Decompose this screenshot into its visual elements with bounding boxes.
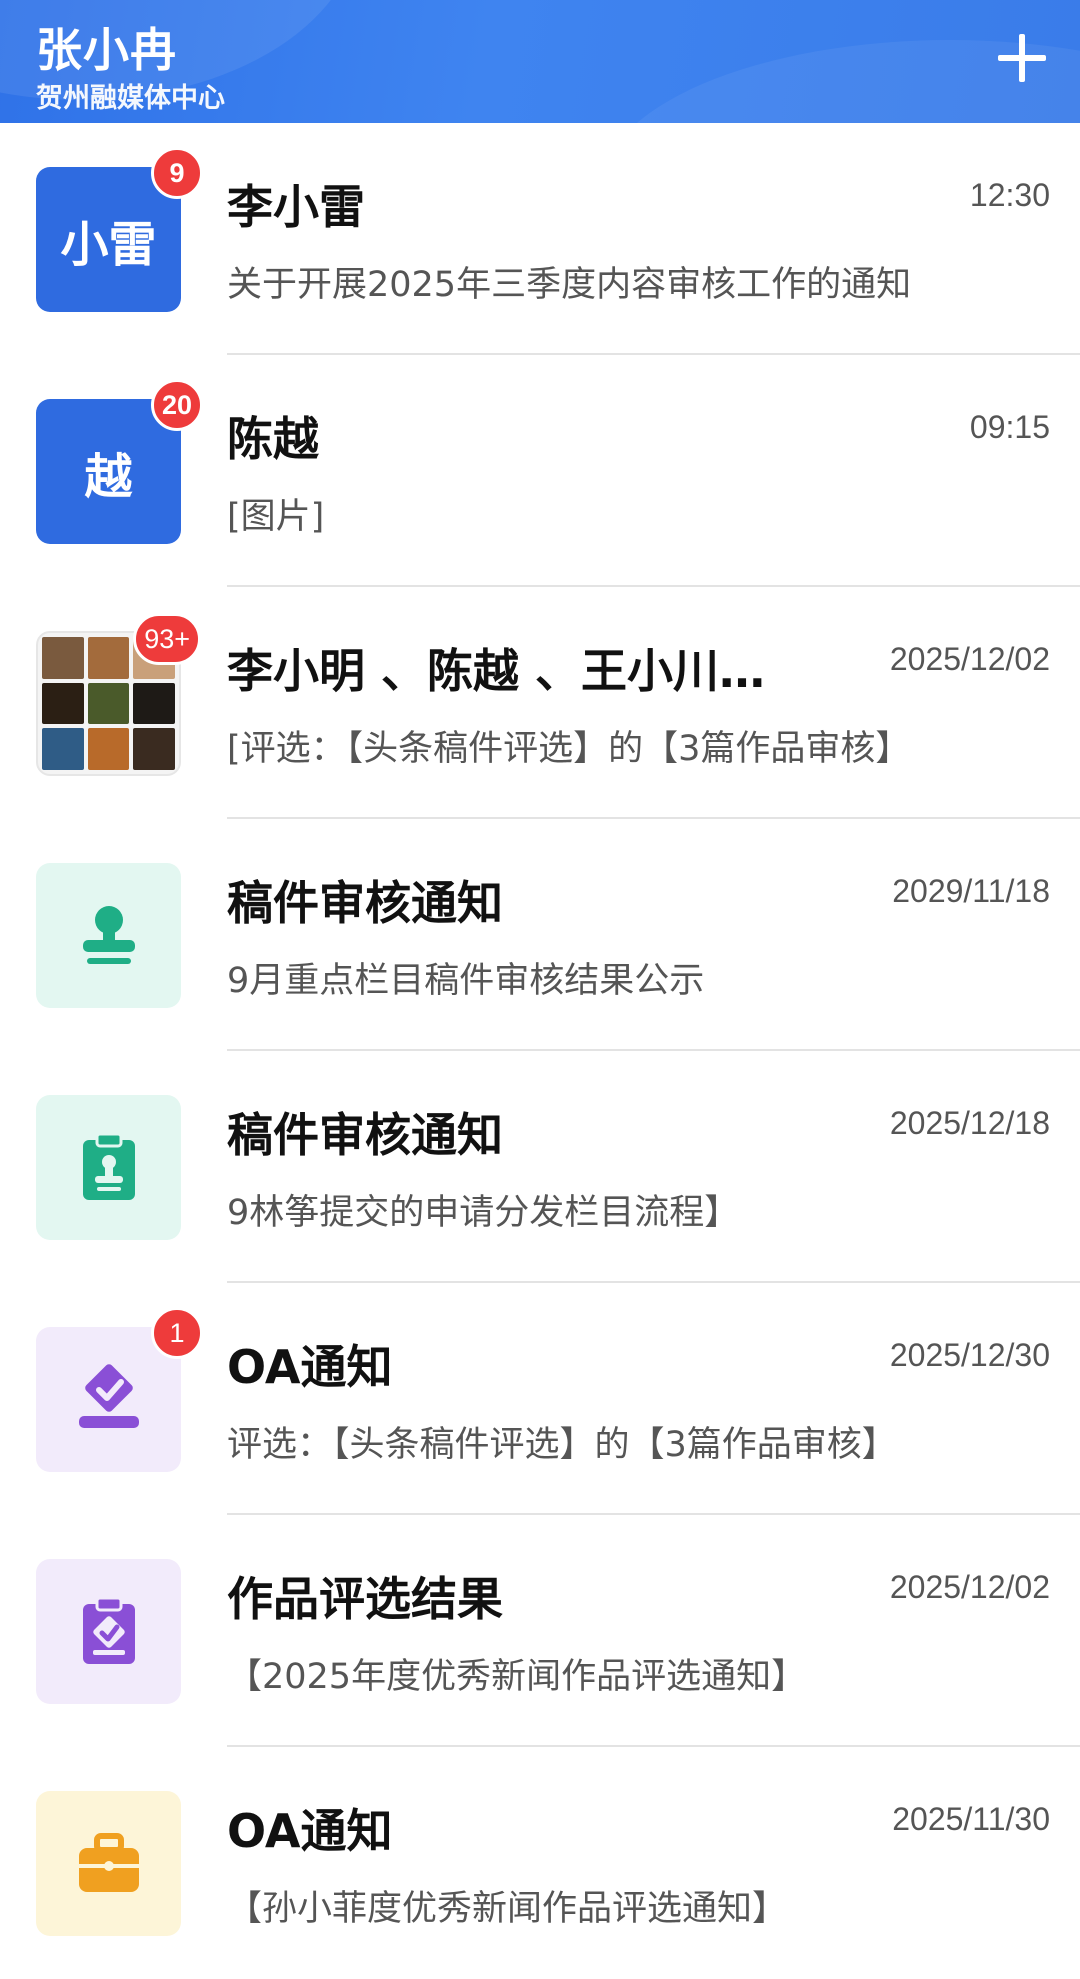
conversation-time: 2025/12/30: [889, 1337, 1050, 1373]
conversation-time: 2025/12/02: [889, 1569, 1050, 1605]
conversation-title: 稿件审核通知: [227, 1108, 503, 1162]
conversation-preview: 关于开展2025年三季度内容审核工作的通知: [227, 265, 912, 305]
conversation-title: 李小明 、陈越 、王小川…: [227, 644, 766, 698]
avatar[interactable]: 越 20: [36, 379, 203, 544]
group-avatar[interactable]: 93+: [36, 613, 201, 776]
conversation-preview: 9月重点栏目稿件审核结果公示: [227, 961, 705, 1001]
conversation-list: 小雷 9 李小雷 12:30 关于开展2025年三季度内容审核工作的通知 越 2…: [0, 123, 1080, 1979]
briefcase-icon: [78, 1832, 139, 1892]
conversation-preview: 【2025年度优秀新闻作品评选通知】: [227, 1657, 807, 1697]
avatar[interactable]: [36, 863, 181, 1008]
user-name: 张小冉: [36, 23, 177, 77]
photo-thumbnail: [87, 637, 130, 679]
avatar-text: 小雷: [60, 216, 157, 273]
conversation-item[interactable]: 越 20 陈越 09:15 [图片]: [0, 355, 1080, 587]
photo-thumbnail: [42, 682, 84, 725]
photo-thumbnail: [87, 728, 130, 770]
unread-badge: 93+: [133, 613, 201, 665]
photo-thumbnail: [133, 728, 175, 770]
conversation-preview: 9林筝提交的申请分发栏目流程】: [227, 1193, 740, 1233]
avatar-text: 越: [84, 448, 133, 505]
photo-thumbnail: [87, 682, 130, 725]
conversation-title: OA通知: [227, 1804, 393, 1858]
photo-thumbnail: [42, 637, 84, 679]
conversation-title: 作品评选结果: [227, 1572, 503, 1626]
avatar[interactable]: 1: [36, 1307, 203, 1472]
conversation-item[interactable]: 1 OA通知 2025/12/30 评选：【头条稿件评选】的【3篇作品审核】: [0, 1283, 1080, 1515]
conversation-time: 2025/11/30: [892, 1801, 1050, 1837]
plus-icon[interactable]: [994, 30, 1050, 86]
conversation-time: 2025/12/18: [889, 1105, 1050, 1141]
vote-check-icon: [78, 1363, 139, 1428]
photo-thumbnail: [133, 682, 175, 725]
conversation-title: OA通知: [227, 1340, 393, 1394]
photo-thumbnail: [42, 728, 84, 770]
conversation-preview: [评选：【头条稿件评选】的【3篇作品审核】: [227, 729, 911, 769]
avatar[interactable]: [36, 1791, 181, 1936]
unread-badge: 9: [151, 147, 203, 199]
conversation-time: 2029/11/18: [892, 873, 1050, 909]
conversation-title: 李小雷: [227, 180, 365, 234]
unread-badge: 20: [150, 379, 203, 431]
conversation-preview: 评选：【头条稿件评选】的【3篇作品审核】: [227, 1425, 897, 1465]
avatar[interactable]: [36, 1559, 181, 1704]
conversation-item[interactable]: 小雷 9 李小雷 12:30 关于开展2025年三季度内容审核工作的通知: [0, 123, 1080, 355]
clipboard-check-icon: [82, 1596, 135, 1664]
avatar[interactable]: [36, 1095, 181, 1240]
conversation-preview: 【孙小菲度优秀新闻作品评选通知】: [227, 1889, 788, 1929]
organization-name: 贺州融媒体中心: [36, 83, 225, 114]
stamp-icon: [82, 905, 135, 964]
conversation-time: 12:30: [969, 177, 1050, 213]
conversation-preview: [图片]: [227, 497, 325, 537]
avatar[interactable]: 小雷 9: [36, 147, 203, 312]
conversation-time: 09:15: [969, 409, 1050, 445]
unread-badge: 1: [151, 1307, 203, 1359]
conversation-title: 陈越: [227, 412, 319, 466]
clipboard-stamp-icon: [82, 1132, 135, 1200]
conversation-item[interactable]: 稿件审核通知 2029/11/18 9月重点栏目稿件审核结果公示: [0, 819, 1080, 1051]
app-header: 张小冉 贺州融媒体中心: [0, 0, 1080, 123]
conversation-time: 2025/12/02: [889, 641, 1050, 677]
conversation-item[interactable]: 稿件审核通知 2025/12/18 9林筝提交的申请分发栏目流程】: [0, 1051, 1080, 1283]
conversation-item[interactable]: 作品评选结果 2025/12/02 【2025年度优秀新闻作品评选通知】: [0, 1515, 1080, 1747]
conversation-item[interactable]: 93+ 李小明 、陈越 、王小川… 2025/12/02 [评选：【头条稿件评选…: [0, 587, 1080, 819]
conversation-item[interactable]: OA通知 2025/11/30 【孙小菲度优秀新闻作品评选通知】: [0, 1747, 1080, 1979]
conversation-title: 稿件审核通知: [227, 876, 503, 930]
